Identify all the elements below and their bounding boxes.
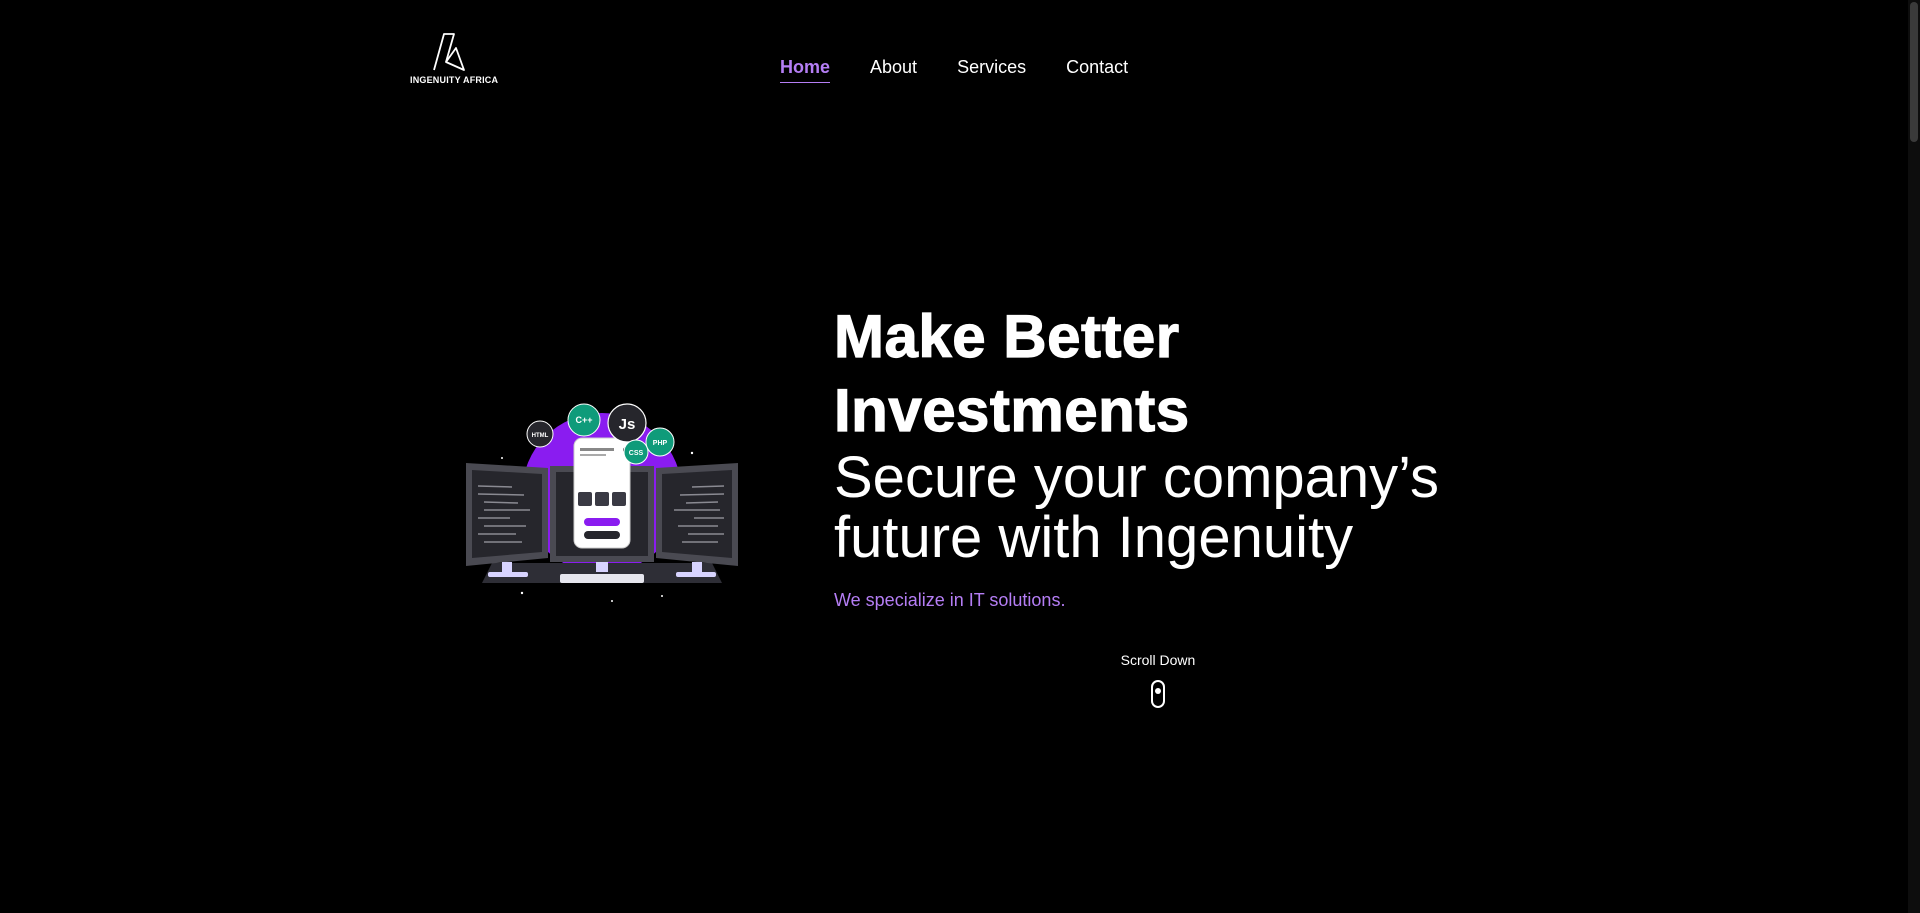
hero-title: Make Better Investments xyxy=(833,300,1534,448)
brand-logo[interactable]: INGENUITY AFRICA xyxy=(410,30,499,94)
page-scrollbar[interactable] xyxy=(1908,0,1920,913)
page: INGENUITY AFRICA Home About Services Con… xyxy=(0,0,1920,913)
nav-services-link[interactable]: Services xyxy=(957,56,1026,78)
logo-mark-icon xyxy=(433,33,465,71)
hero-subtitle-line2: future with Ingenuity xyxy=(834,505,1354,570)
scroll-down-label: Scroll Down xyxy=(1120,652,1196,668)
left-monitor xyxy=(466,463,548,577)
hero-title-line2: Investments xyxy=(833,376,1190,444)
phone-mockup xyxy=(573,437,631,549)
badge-php: PHP xyxy=(653,440,668,447)
badge-css: CSS xyxy=(629,450,644,457)
nav-contact-link[interactable]: Contact xyxy=(1066,56,1128,78)
badge-cpp: C++ xyxy=(575,415,592,425)
nav-about-link[interactable]: About xyxy=(870,56,917,78)
scroll-down-hint[interactable]: Scroll Down xyxy=(1120,652,1196,708)
hero-tagline: We specialize in IT solutions. xyxy=(834,590,1066,610)
main-nav: Home About Services Contact xyxy=(780,56,1128,83)
hero-illustration: HTML C++ Js CSS PHP xyxy=(462,398,742,608)
nav-home-link[interactable]: Home xyxy=(780,56,831,83)
hero-subtitle: Secure your company’s future with Ingenu… xyxy=(834,448,1534,568)
hero-title-line1: Make Better xyxy=(833,302,1180,370)
right-monitor xyxy=(656,463,738,577)
hero-text: Make Better Investments Secure your comp… xyxy=(833,300,1534,611)
mouse-scroll-icon xyxy=(1151,680,1165,708)
logo-text: INGENUITY AFRICA xyxy=(410,75,499,85)
hero-subtitle-line1: Secure your company’s xyxy=(834,445,1440,510)
badge-html: HTML xyxy=(532,433,549,439)
scrollbar-thumb[interactable] xyxy=(1910,2,1918,142)
badge-js: Js xyxy=(619,416,636,433)
